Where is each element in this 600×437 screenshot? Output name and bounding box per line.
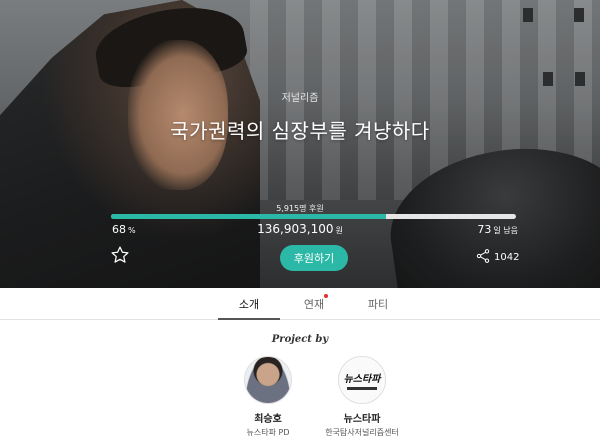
share-icon	[475, 248, 491, 267]
creator-role: 한국탐사저널리즘센터	[325, 428, 399, 437]
creator-photo	[245, 357, 291, 403]
tab-party[interactable]: 파티	[348, 296, 408, 312]
funding-amount-value: 136,903,100	[257, 222, 334, 236]
logo-underline	[347, 387, 377, 390]
active-tab-indicator	[218, 318, 280, 320]
tab-bar: 소개 연재 파티	[0, 288, 600, 320]
share-count: 1042	[494, 252, 520, 263]
logo-text: 뉴스타파	[343, 374, 381, 385]
favorite-star-icon[interactable]	[110, 245, 130, 265]
creator-card[interactable]: 뉴스타파 뉴스타파 한국탐사저널리즘센터	[302, 356, 422, 437]
days-remaining-unit: 일 남음	[493, 226, 518, 235]
new-content-dot	[324, 294, 328, 298]
support-button[interactable]: 후원하기	[280, 245, 348, 271]
supporters-count: 5,915명 후원	[276, 204, 324, 213]
project-by-heading: Project by	[271, 334, 329, 345]
funding-progress-bar	[111, 214, 516, 219]
funding-progress-fill	[111, 214, 387, 219]
days-remaining-value: 73	[477, 223, 492, 236]
days-remaining: 73 일 남음	[477, 223, 518, 236]
hero-window	[575, 72, 585, 86]
hero-window	[523, 8, 533, 22]
hero-window	[543, 72, 553, 86]
creator-name: 뉴스타파	[343, 414, 381, 425]
avatar[interactable]	[244, 356, 292, 404]
avatar[interactable]: 뉴스타파	[338, 356, 386, 404]
share-button[interactable]: 1042	[475, 248, 519, 267]
tab-intro[interactable]: 소개	[219, 296, 279, 312]
funding-amount-unit: 원	[335, 226, 343, 235]
project-category: 저널리즘	[281, 93, 319, 104]
project-hero: 저널리즘 국가권력의 심장부를 겨냥하다 5,915명 후원 68% 136,9…	[0, 0, 600, 288]
newstapa-logo: 뉴스타파	[339, 357, 385, 403]
tab-series[interactable]: 연재	[284, 296, 344, 312]
project-title: 국가권력의 심장부를 겨냥하다	[170, 119, 430, 143]
hero-window	[574, 8, 584, 22]
